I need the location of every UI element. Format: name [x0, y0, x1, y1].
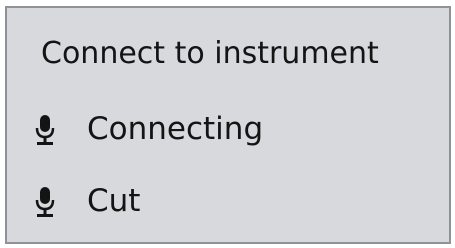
menu-item-cut[interactable]: Cut — [7, 174, 449, 230]
menu-item-label: Connecting — [87, 111, 264, 147]
menu-header: Connect to instrument — [41, 36, 379, 71]
menu-item-label: Cut — [87, 183, 141, 219]
microphone-icon — [34, 187, 56, 219]
context-menu: Connect to instrument Connecting Cut — [5, 6, 451, 244]
menu-item-connecting[interactable]: Connecting — [7, 102, 449, 158]
microphone-icon — [34, 115, 56, 147]
